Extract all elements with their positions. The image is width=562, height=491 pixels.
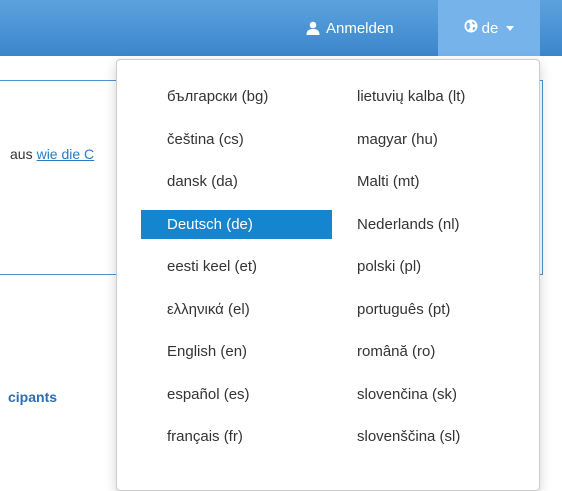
language-option[interactable]: Malti (mt)	[343, 167, 513, 196]
section-heading: cipants	[8, 389, 58, 405]
language-option-selected[interactable]: Deutsch (de)	[141, 209, 332, 239]
language-option[interactable]: eesti keel (et)	[141, 252, 332, 281]
language-dropdown-toggle[interactable]: de	[438, 0, 540, 56]
language-option[interactable]: lietuvių kalba (lt)	[343, 82, 513, 111]
language-option[interactable]: polski (pl)	[343, 252, 513, 281]
caret-down-icon	[506, 25, 515, 31]
info-prefix: aus	[10, 146, 33, 162]
language-option[interactable]: Nederlands (nl)	[343, 210, 513, 239]
language-option[interactable]: magyar (hu)	[343, 125, 513, 154]
language-option[interactable]: română (ro)	[343, 337, 513, 366]
language-option[interactable]: ελληνικά (el)	[141, 295, 332, 324]
language-option[interactable]: français (fr)	[141, 422, 332, 451]
language-option[interactable]: dansk (da)	[141, 167, 332, 196]
language-option[interactable]: português (pt)	[343, 295, 513, 324]
info-link[interactable]: wie die C	[37, 146, 95, 162]
login-label: Anmelden	[326, 19, 394, 37]
language-column-right: lietuvių kalba (lt) magyar (hu) Malti (mt)…	[343, 82, 513, 465]
globe-icon	[464, 19, 478, 37]
info-text: aus wie die C	[10, 146, 94, 162]
top-navbar: Anmelden de	[0, 0, 562, 56]
language-column-left: български (bg) čeština (cs) dansk (da) Deut…	[141, 82, 332, 465]
language-option[interactable]: slovenčina (sk)	[343, 380, 513, 409]
language-option[interactable]: English (en)	[141, 337, 332, 366]
language-option[interactable]: čeština (cs)	[141, 125, 332, 154]
login-link[interactable]: Anmelden	[306, 12, 394, 44]
language-dropdown-menu: български (bg) čeština (cs) dansk (da) Deut…	[116, 59, 540, 491]
user-icon	[306, 21, 320, 35]
language-option[interactable]: български (bg)	[141, 82, 332, 111]
language-code: de	[481, 19, 499, 37]
language-option[interactable]: español (es)	[141, 380, 332, 409]
language-option[interactable]: slovenščina (sl)	[343, 422, 513, 451]
